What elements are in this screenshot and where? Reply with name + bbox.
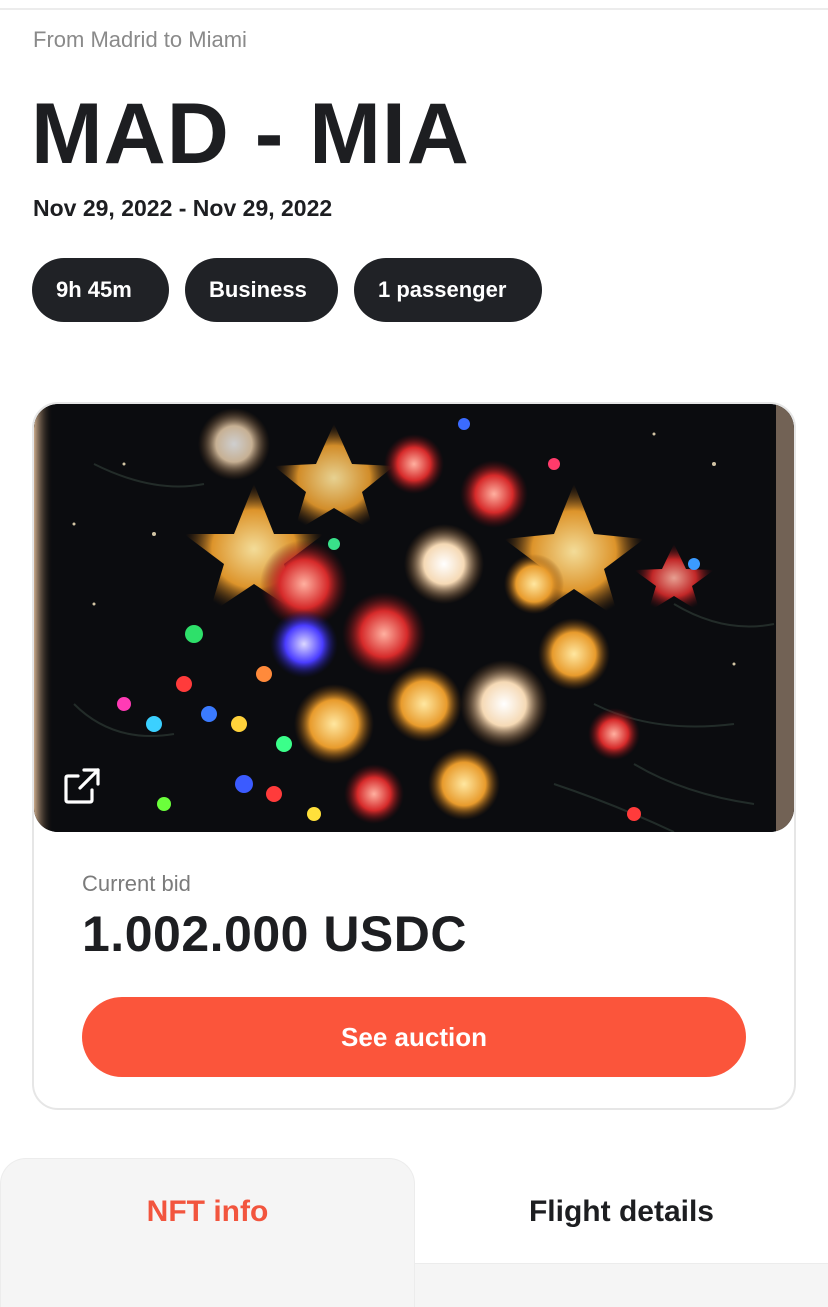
cabin-chip: Business <box>185 258 338 322</box>
current-bid-value: 1.002.000 USDC <box>82 906 468 962</box>
flight-chips: 9h 45m Business 1 passenger <box>32 258 542 322</box>
nft-artwork-image <box>34 404 794 832</box>
external-link-icon[interactable] <box>62 766 102 806</box>
page-title: MAD - MIA <box>31 86 470 182</box>
nft-card: Current bid 1.002.000 USDC See auction <box>32 402 796 1110</box>
tab-divider <box>415 1263 828 1264</box>
passengers-chip: 1 passenger <box>354 258 542 322</box>
duration-chip: 9h 45m <box>32 258 169 322</box>
tab-nft-info-label[interactable]: NFT info <box>0 1190 415 1234</box>
tab-flight-details[interactable]: Flight details <box>415 1190 828 1234</box>
see-auction-button[interactable]: See auction <box>82 997 746 1077</box>
top-divider <box>0 8 828 10</box>
route-subtitle: From Madrid to Miami <box>33 27 247 52</box>
current-bid-label: Current bid <box>82 871 191 896</box>
flight-dates: Nov 29, 2022 - Nov 29, 2022 <box>33 195 333 221</box>
nft-artwork[interactable] <box>34 404 794 832</box>
